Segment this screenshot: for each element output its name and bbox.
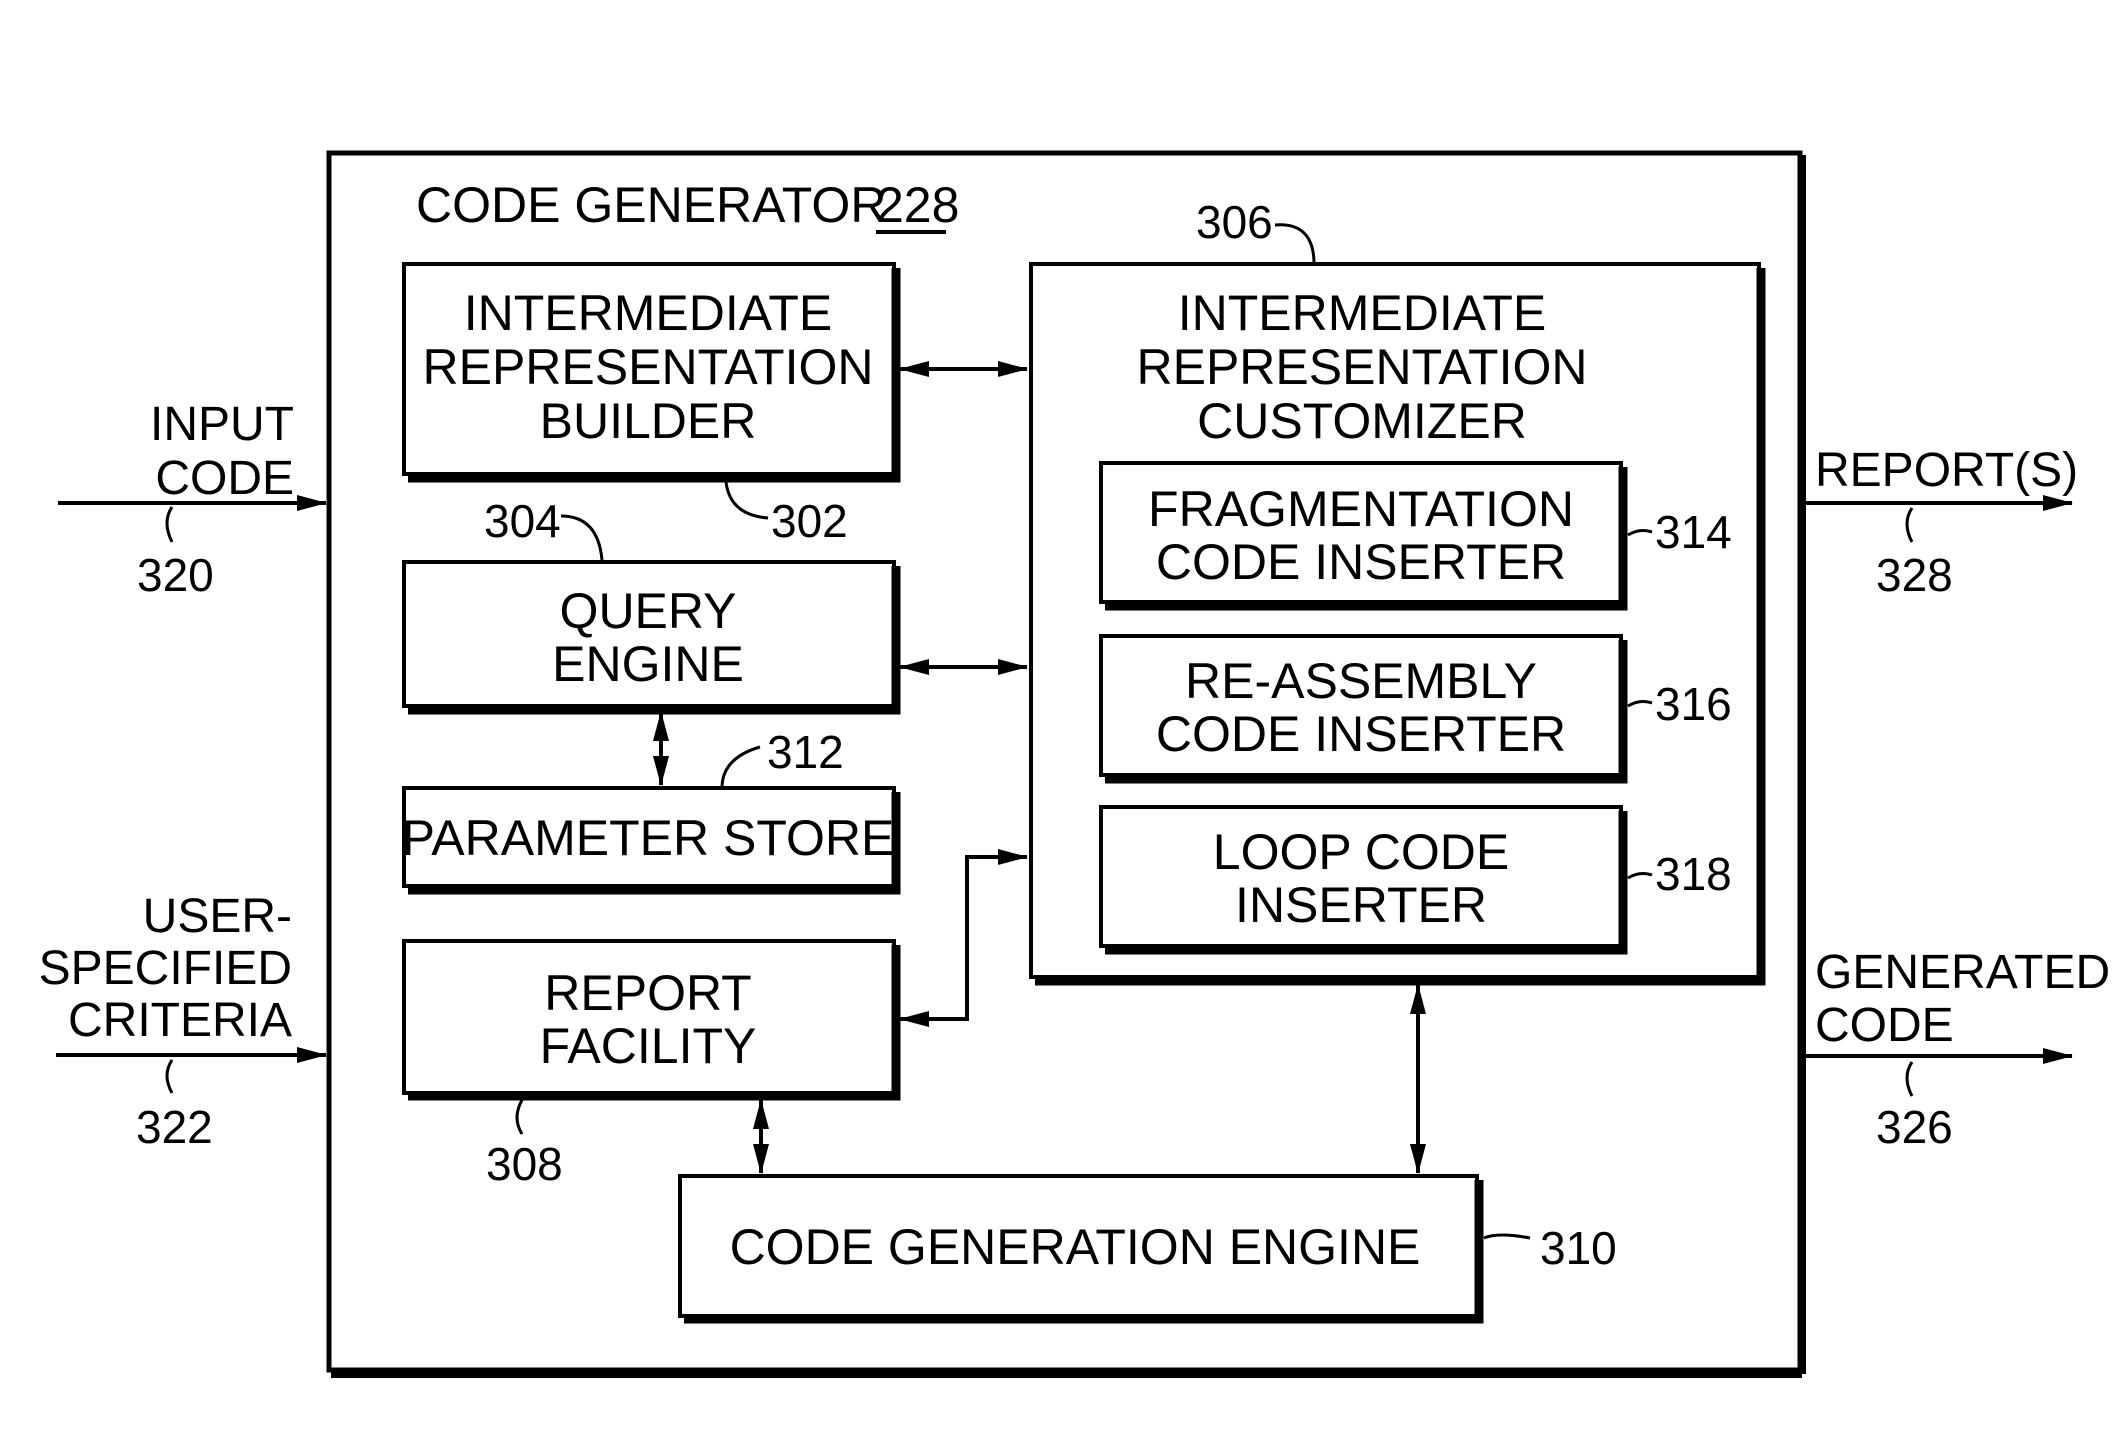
ir-builder-ref: 302 xyxy=(771,495,848,547)
user-criteria-label-line1: USER- xyxy=(143,890,292,943)
parameter-store-ref: 312 xyxy=(767,726,844,778)
code-generator-title: CODE GENERATOR xyxy=(416,177,886,233)
fragmentation-inserter-line1: FRAGMENTATION xyxy=(1148,481,1574,537)
reassembly-inserter-ref: 316 xyxy=(1655,678,1732,730)
query-engine-ref: 304 xyxy=(484,495,561,547)
report-facility-ref: 308 xyxy=(486,1138,563,1190)
reports-label: REPORT(S) xyxy=(1815,444,2078,497)
query-engine-block[interactable]: QUERY ENGINE xyxy=(402,560,901,715)
user-criteria-label-line2: SPECIFIED xyxy=(39,942,292,995)
parameter-store-label: PARAMETER STORE xyxy=(402,810,895,866)
ir-builder-block[interactable]: INTERMEDIATE REPRESENTATION BUILDER xyxy=(402,262,901,483)
parameter-store-block[interactable]: PARAMETER STORE xyxy=(402,786,901,895)
ir-customizer-ref: 306 xyxy=(1196,196,1273,248)
user-criteria-leader xyxy=(165,1059,174,1094)
loop-inserter-block[interactable]: LOOP CODE INSERTER xyxy=(1099,805,1628,955)
reassembly-inserter-block[interactable]: RE-ASSEMBLY CODE INSERTER xyxy=(1099,634,1628,784)
report-facility-line1: REPORT xyxy=(544,965,751,1021)
input-code-label-line2: CODE xyxy=(155,452,294,505)
code-gen-engine-label: CODE GENERATION ENGINE xyxy=(730,1219,1421,1275)
user-criteria-ref: 322 xyxy=(136,1101,213,1153)
query-engine-line2: ENGINE xyxy=(552,636,744,692)
input-code-label-line1: INPUT xyxy=(150,398,294,451)
generated-code-ref: 326 xyxy=(1876,1101,1953,1153)
reassembly-inserter-line1: RE-ASSEMBLY xyxy=(1185,653,1537,709)
loop-inserter-ref: 318 xyxy=(1655,848,1732,900)
generated-code-label-line1: GENERATED xyxy=(1815,946,2110,999)
code-gen-engine-ref: 310 xyxy=(1540,1222,1617,1274)
loop-inserter-line1: LOOP CODE xyxy=(1213,824,1509,880)
ir-customizer-line1: INTERMEDIATE xyxy=(1178,285,1547,341)
reassembly-inserter-line2: CODE INSERTER xyxy=(1156,706,1566,762)
reports-leader xyxy=(1905,507,1914,543)
ir-customizer-line3: CUSTOMIZER xyxy=(1197,393,1527,449)
fragmentation-inserter-line2: CODE INSERTER xyxy=(1156,534,1566,590)
ir-builder-line2: REPRESENTATION xyxy=(423,339,874,395)
input-code-leader xyxy=(165,506,174,543)
code-generator-diagram: CODE GENERATOR 228 INPUT CODE 320 USER- … xyxy=(39,150,2110,1378)
code-generator-ref: 228 xyxy=(876,177,959,233)
user-criteria-label-line3: CRITERIA xyxy=(68,994,292,1047)
input-code-ref: 320 xyxy=(137,549,214,601)
loop-inserter-line2: INSERTER xyxy=(1235,877,1487,933)
ir-customizer-line2: REPRESENTATION xyxy=(1137,339,1588,395)
fragmentation-inserter-block[interactable]: FRAGMENTATION CODE INSERTER xyxy=(1099,461,1628,611)
generated-code-leader xyxy=(1905,1061,1914,1097)
report-facility-block[interactable]: REPORT FACILITY xyxy=(402,939,901,1101)
generated-code-label-line2: CODE xyxy=(1815,999,1954,1052)
fragmentation-inserter-ref: 314 xyxy=(1655,506,1732,558)
ir-builder-line1: INTERMEDIATE xyxy=(464,285,833,341)
code-gen-engine-block[interactable]: CODE GENERATION ENGINE xyxy=(678,1174,1484,1324)
reports-ref: 328 xyxy=(1876,549,1953,601)
query-engine-line1: QUERY xyxy=(560,583,737,639)
ir-builder-line3: BUILDER xyxy=(540,393,757,449)
report-facility-line2: FACILITY xyxy=(540,1018,757,1074)
